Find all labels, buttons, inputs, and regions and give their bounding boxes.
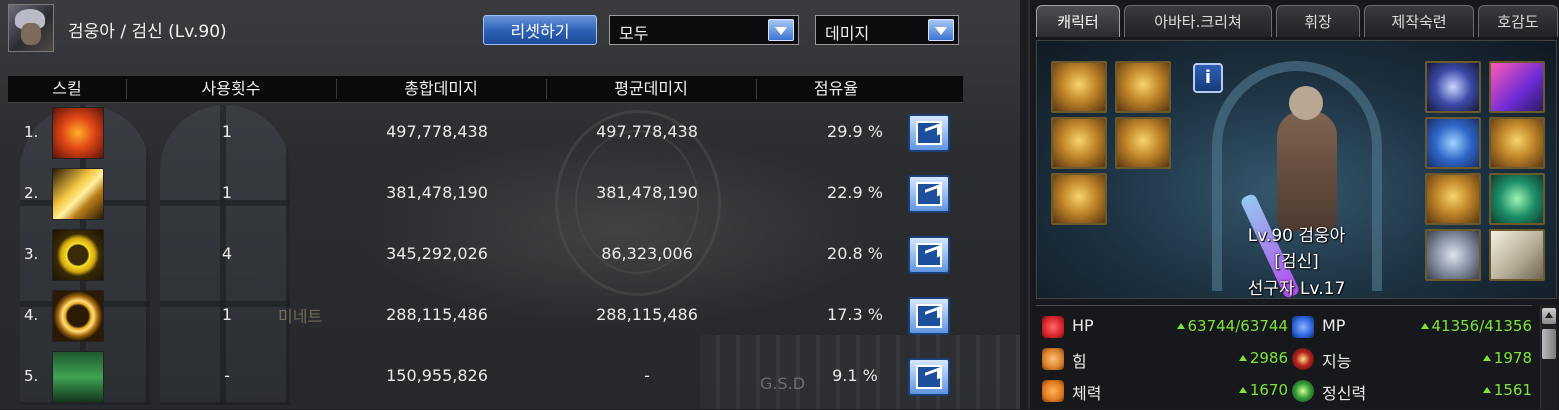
shoulder-equip-icon[interactable]: [1115, 61, 1171, 113]
export-share-icon[interactable]: [908, 114, 950, 152]
character-info-panel: 캐릭터 아바타.크리쳐 휘장 제작숙련 호감도 i Lv.90 검웅아 [검신]…: [1028, 0, 1559, 409]
vitality-figure-icon: [1042, 380, 1064, 402]
stat-vitality: 체력 1670: [1042, 378, 1288, 404]
necklace-equip-icon[interactable]: [1489, 117, 1545, 169]
rank-label: 2.: [24, 184, 39, 202]
character-figure: [1289, 86, 1323, 120]
title-equip-icon[interactable]: [1489, 61, 1545, 113]
column-header-uses[interactable]: 사용횟수: [126, 76, 336, 102]
chevron-down-icon[interactable]: [928, 19, 954, 41]
strength-arm-icon: [1042, 348, 1064, 370]
yellow-crescent-skill-icon: [52, 229, 104, 281]
heart-icon: [1042, 316, 1064, 338]
scroll-up-icon[interactable]: [1542, 308, 1556, 324]
total-damage: 150,955,826: [386, 366, 488, 385]
total-damage: 381,478,190: [386, 183, 488, 202]
red-eye-icon: [1292, 348, 1314, 370]
stat-mp: MP 41356/41356: [1292, 314, 1532, 340]
export-share-icon[interactable]: [908, 297, 950, 335]
column-header-average-damage[interactable]: 평균데미지: [546, 76, 756, 102]
export-share-icon[interactable]: [908, 358, 950, 396]
uses-count: 1: [221, 305, 233, 324]
stat-intelligence: 지능 1978: [1292, 346, 1532, 372]
total-damage: 288,115,486: [386, 305, 488, 324]
crimson-burst-skill-icon: [52, 107, 104, 159]
ring-equip-icon[interactable]: [1425, 173, 1481, 225]
character-title: 검웅아 / 검신 (Lv.90): [68, 22, 227, 42]
average-damage: 86,323,006: [601, 244, 693, 263]
bracelet-equip-icon[interactable]: [1425, 117, 1481, 169]
tab-avatar-creature[interactable]: 아바타.크리쳐: [1124, 5, 1272, 37]
table-row: 5. - 150,955,826 - 9.1 %: [0, 347, 1020, 407]
golden-ring-slash-skill-icon: [52, 290, 104, 342]
uses-count: 1: [221, 122, 233, 141]
support-equip-icon[interactable]: [1489, 173, 1545, 225]
chevron-down-icon[interactable]: [768, 19, 794, 41]
average-damage: 381,478,190: [596, 183, 698, 202]
table-row: 2. 1 381,478,190 381,478,190 22.9 %: [0, 164, 1020, 224]
tab-character[interactable]: 캐릭터: [1036, 5, 1120, 37]
average-damage: 288,115,486: [596, 305, 698, 324]
stat-hp: HP 63744/63744: [1042, 314, 1288, 340]
share-percent: 22.9 %: [827, 183, 883, 202]
green-eye-icon: [1292, 380, 1314, 402]
share-percent: 9.1 %: [832, 366, 878, 385]
character-level-name: Lv.90 검웅아: [1247, 226, 1346, 246]
character-job: [검신]: [1274, 252, 1319, 272]
total-damage: 497,778,438: [386, 122, 488, 141]
tab-emblem[interactable]: 휘장: [1276, 5, 1360, 37]
stat-spirit: 정신력 1561: [1292, 378, 1532, 404]
rank-label: 1.: [24, 123, 39, 141]
filter-dropdown[interactable]: 모두: [609, 15, 799, 45]
rank-label: 4.: [24, 306, 39, 324]
total-damage: 345,292,026: [386, 244, 488, 263]
character-preview: i Lv.90 검웅아 [검신] 선구자 Lv.17: [1036, 40, 1557, 299]
share-percent: 29.9 %: [827, 122, 883, 141]
table-row: 1. 1 497,778,438 497,778,438 29.9 %: [0, 103, 1020, 163]
blue-heart-icon: [1292, 316, 1314, 338]
table-row: 4. 1 288,115,486 288,115,486 17.3 %: [0, 286, 1020, 346]
info-icon[interactable]: i: [1193, 63, 1223, 93]
average-damage: -: [644, 366, 650, 385]
stats-scrollbar[interactable]: [1540, 305, 1557, 409]
scroll-thumb[interactable]: [1542, 329, 1556, 359]
chest-equip-icon[interactable]: [1051, 117, 1107, 169]
uses-count: -: [224, 366, 230, 385]
uses-count: 4: [221, 244, 233, 263]
golden-slash-skill-icon: [52, 168, 104, 220]
tab-affinity[interactable]: 호감도: [1478, 5, 1558, 37]
stat-strength: 힘 2986: [1042, 346, 1288, 372]
rank-label: 3.: [24, 245, 39, 263]
table-header: 스킬 사용횟수 총합데미지 평균데미지 점유율: [8, 76, 963, 103]
filter-value: 모두: [619, 24, 649, 43]
export-share-icon[interactable]: [908, 236, 950, 274]
character-figure: [1277, 111, 1337, 231]
rank-label: 5.: [24, 367, 39, 385]
pioneer-level: 선구자 Lv.17: [1247, 279, 1346, 299]
column-header-skill[interactable]: 스킬: [8, 76, 126, 102]
metric-dropdown[interactable]: 데미지: [815, 15, 959, 45]
table-row: 3. 4 345,292,026 86,323,006 20.8 %: [0, 225, 1020, 285]
export-share-icon[interactable]: [908, 175, 950, 213]
background-text: 미네트: [278, 307, 323, 326]
boots-equip-icon[interactable]: [1051, 173, 1107, 225]
tab-crafting-mastery[interactable]: 제작숙련: [1364, 5, 1474, 37]
uses-count: 1: [221, 183, 233, 202]
belt-equip-icon[interactable]: [1115, 117, 1171, 169]
green-rune-skill-icon: [52, 351, 104, 403]
background-text: G.S.D: [760, 374, 806, 393]
helmet-equip-icon[interactable]: [1051, 61, 1107, 113]
character-portrait: [8, 4, 54, 52]
share-percent: 17.3 %: [827, 305, 883, 324]
average-damage: 497,778,438: [596, 122, 698, 141]
metric-value: 데미지: [825, 24, 870, 43]
dps-panel: 검웅아 / 검신 (Lv.90) 리셋하기 모두 데미지 스킬 사용횟수 총합데…: [0, 0, 1020, 409]
weapon-equip-icon[interactable]: [1425, 61, 1481, 113]
reset-button[interactable]: 리셋하기: [483, 15, 597, 45]
column-header-share[interactable]: 점유율: [756, 76, 916, 102]
share-percent: 20.8 %: [827, 244, 883, 263]
column-header-total-damage[interactable]: 총합데미지: [336, 76, 546, 102]
stats-panel: HP 63744/63744 MP 41356/41356 힘 2986 지능 …: [1036, 305, 1532, 410]
